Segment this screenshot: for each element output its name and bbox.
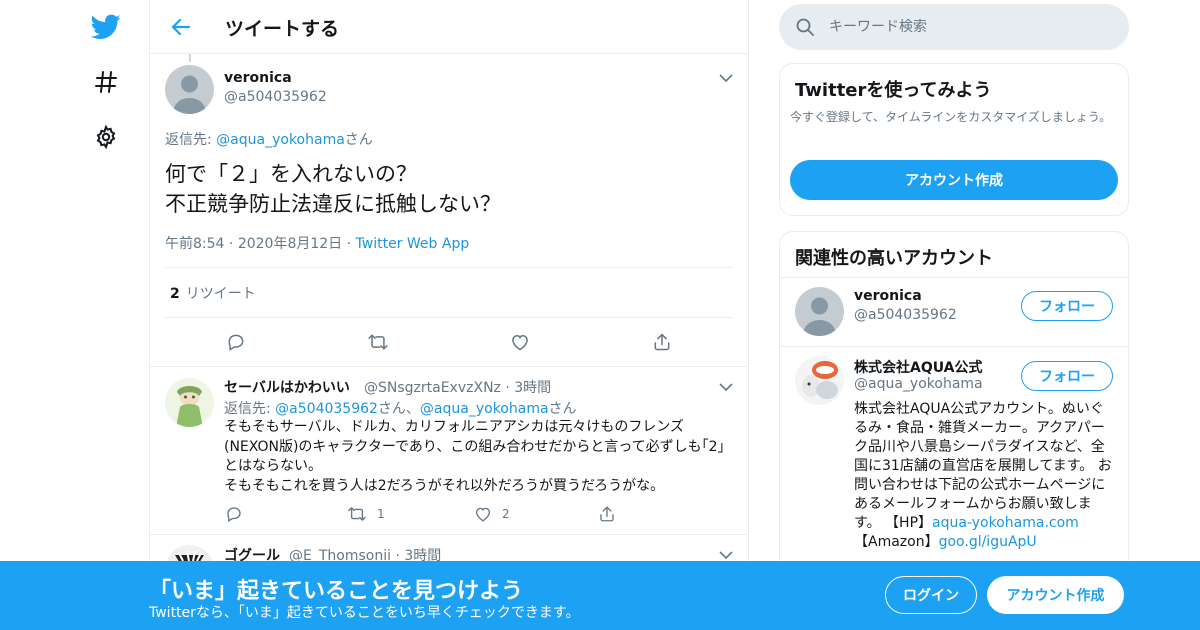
- main-column: ツイートする veronica @a504035962 返信先: @aqua_y…: [149, 0, 749, 630]
- follow-button[interactable]: フォロー: [1021, 291, 1113, 321]
- account-bio: 株式会社AQUA公式アカウント。ぬいぐるみ・食品・雑貨メーカー。アクアパーク品川…: [854, 400, 1116, 552]
- page-title: ツイートする: [225, 18, 340, 40]
- tweet-meta: 午前8:54 · 2020年8月12日 · Twitter Web App: [165, 236, 470, 252]
- chevron-down-icon[interactable]: [718, 70, 734, 86]
- avatar[interactable]: [165, 65, 214, 114]
- like-count: 2: [502, 507, 510, 521]
- banner-title: 「いま」起きていることを見つけよう: [149, 579, 524, 604]
- retweet-count: 2: [170, 286, 180, 302]
- reply-label: 返信先:: [165, 132, 217, 148]
- tweet-text: そもそもサーバル、ドルカ、カリフォルニアアシカは元々けものフレンズ(NEXON版…: [224, 419, 725, 494]
- author-name[interactable]: veronica: [224, 70, 292, 86]
- tweet-time[interactable]: 午前8:54: [165, 236, 224, 252]
- account-handle[interactable]: @a504035962: [854, 307, 957, 323]
- back-arrow-icon[interactable]: [168, 14, 194, 40]
- bio-text: 【Amazon】: [854, 534, 939, 550]
- reply-icon[interactable]: [221, 501, 247, 527]
- share-icon[interactable]: [594, 501, 620, 527]
- reply-suffix: さん: [548, 401, 577, 417]
- reply-meta: @SNsgzrtaExvzXNz · 3時間: [364, 380, 552, 396]
- banner-subtitle: Twitterなら、「いま」起きていることをいち早くチェックできます。: [149, 605, 580, 621]
- page-header: ツイートする: [150, 0, 748, 54]
- reply-label: 返信先:: [224, 401, 276, 417]
- create-account-button[interactable]: アカウント作成: [987, 576, 1124, 614]
- reply-suffix: さん: [344, 132, 373, 148]
- reply-target-link[interactable]: @a504035962: [275, 401, 378, 417]
- retweet-count: 1: [377, 507, 385, 521]
- author-handle[interactable]: @SNsgzrtaExvzXNz: [364, 380, 501, 396]
- search-input[interactable]: [829, 4, 1119, 50]
- bottom-signup-banner: 「いま」起きていることを見つけよう Twitterなら、「いま」起きていることを…: [0, 561, 1200, 630]
- reply-mid: さん、: [377, 401, 420, 417]
- retweet-stat[interactable]: 2 リツイート: [170, 283, 256, 303]
- avatar[interactable]: [795, 287, 844, 336]
- tweet-source[interactable]: Twitter Web App: [356, 236, 470, 252]
- reply-icon[interactable]: [223, 329, 249, 355]
- avatar[interactable]: [795, 356, 844, 405]
- avatar[interactable]: [165, 378, 214, 427]
- author-name[interactable]: セーバルはかわいい: [224, 377, 350, 397]
- retweet-icon[interactable]: [344, 501, 370, 527]
- twitter-bird-icon[interactable]: [88, 9, 124, 45]
- share-icon[interactable]: [649, 329, 675, 355]
- reply-context: 返信先: @a504035962さん、@aqua_yokohamaさん: [224, 398, 577, 418]
- left-nav: [80, 0, 132, 630]
- related-title: 関連性の高いアカウント: [795, 248, 993, 269]
- account-name[interactable]: veronica: [854, 288, 922, 304]
- retweet-icon[interactable]: [365, 329, 391, 355]
- tweet-time[interactable]: 3時間: [514, 380, 551, 396]
- follow-button[interactable]: フォロー: [1021, 361, 1113, 391]
- signup-card-title: Twitterを使ってみよう: [795, 80, 992, 101]
- login-button[interactable]: ログイン: [885, 576, 977, 614]
- bio-text: 株式会社AQUA公式アカウント。ぬいぐるみ・食品・雑貨メーカー。アクアパーク品川…: [854, 401, 1112, 531]
- related-accounts-card: 関連性の高いアカウント veronica @a504035962 フォロー 株式…: [779, 231, 1129, 591]
- heart-icon[interactable]: [507, 329, 533, 355]
- divider: [780, 277, 1128, 278]
- reply-target-link[interactable]: @aqua_yokohama: [420, 401, 549, 417]
- gear-icon[interactable]: [88, 119, 124, 155]
- search-box: [779, 4, 1129, 50]
- account-name[interactable]: 株式会社AQUA公式: [854, 357, 983, 377]
- divider: [150, 534, 748, 535]
- signup-card: Twitterを使ってみよう 今すぐ登録して、タイムラインをカスタマイズしましょ…: [779, 63, 1129, 216]
- divider: [150, 366, 748, 367]
- tweet-date[interactable]: 2020年8月12日: [238, 236, 342, 252]
- create-account-button[interactable]: アカウント作成: [790, 160, 1118, 200]
- thread-connector: [189, 54, 191, 62]
- tweet-text: 何で「２」を入れないの？ 不正競争防止法違反に抵触しない？: [165, 162, 501, 216]
- divider: [165, 267, 733, 268]
- search-icon: [795, 17, 815, 37]
- reply-target-link[interactable]: @aqua_yokohama: [216, 132, 345, 148]
- bio-link[interactable]: goo.gl/iguApU: [939, 534, 1037, 550]
- chevron-down-icon[interactable]: [718, 379, 734, 395]
- bio-link[interactable]: aqua-yokohama.com: [932, 515, 1079, 531]
- signup-card-subtitle: 今すぐ登録して、タイムラインをカスタマイズしましょう。: [790, 110, 1112, 124]
- divider: [780, 346, 1128, 347]
- heart-icon[interactable]: [470, 501, 496, 527]
- hashtag-icon[interactable]: [88, 64, 124, 100]
- divider: [165, 317, 733, 318]
- account-handle[interactable]: @aqua_yokohama: [854, 376, 983, 392]
- retweet-label: リツイート: [185, 286, 256, 302]
- author-handle[interactable]: @a504035962: [224, 89, 327, 105]
- reply-context: 返信先: @aqua_yokohamaさん: [165, 129, 373, 149]
